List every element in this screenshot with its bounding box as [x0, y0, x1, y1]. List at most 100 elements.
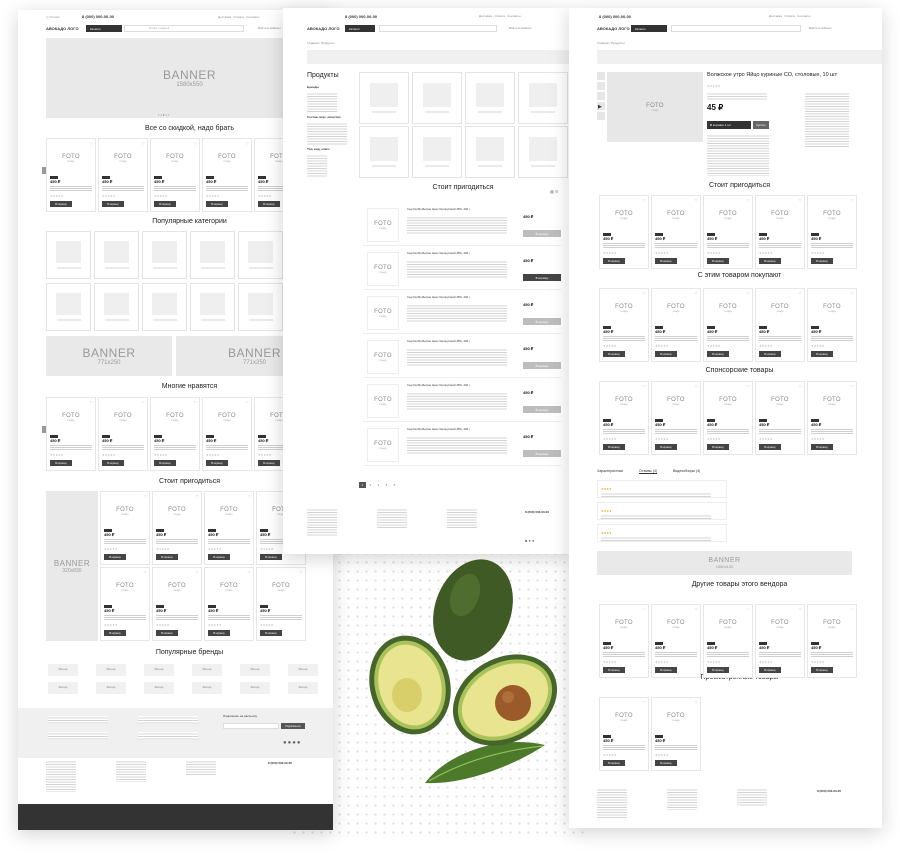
favorite-icon[interactable]: ♡ [798, 607, 802, 612]
list-item-add-button[interactable]: В корзину [523, 230, 561, 237]
product-banner[interactable]: BANNER 1580х150 [597, 551, 852, 575]
product-image[interactable]: FOTO image [155, 494, 199, 528]
page-4-button[interactable]: 4 [383, 482, 390, 488]
product-card[interactable]: FOTOimage 450 ₽ ★★★★★ В корзину ♡ [755, 288, 805, 362]
product-image[interactable]: FOTO image [103, 570, 147, 604]
favorite-icon[interactable]: ♡ [141, 400, 145, 405]
favorite-icon[interactable]: ♡ [299, 570, 303, 575]
catalog-category-tile[interactable] [518, 72, 568, 124]
category-tile[interactable] [238, 283, 283, 331]
product-image[interactable]: FOTO image [758, 607, 802, 641]
product-card[interactable]: FOTOimage 450 ₽ ★★★★★ В корзину ♡ [599, 288, 649, 362]
list-item-title[interactable]: Сыр Dorblu Белаш Цеис белорусский 45%, 2… [407, 295, 470, 299]
favorite-icon[interactable]: ♡ [89, 400, 93, 405]
add-to-cart-button[interactable]: В корзину [206, 460, 228, 466]
category-tile[interactable] [190, 283, 235, 331]
product-image[interactable]: FOTO image [602, 198, 646, 232]
favorite-icon[interactable]: ♡ [141, 141, 145, 146]
favorite-icon[interactable]: ♡ [193, 141, 197, 146]
product-card[interactable]: FOTOimage 450 ₽ ★★★★★ В корзину ♡ [202, 397, 252, 471]
product-image[interactable]: FOTO image [101, 141, 145, 175]
product-card[interactable]: FOTOimage 450 ₽ ★★★★★ В корзину ♡ [599, 604, 649, 678]
product-card[interactable]: FOTOimage 450 ₽ ★★★★★ В корзину ♡ [703, 288, 753, 362]
product-image[interactable]: FOTO image [103, 494, 147, 528]
product-header-phone[interactable]: 8 (000) 000-00-00 [599, 14, 631, 20]
add-to-cart-button[interactable]: В корзину [154, 201, 176, 207]
category-tile[interactable] [142, 231, 187, 279]
product-image[interactable]: FOTO image [153, 141, 197, 175]
catalog-footer-col-3[interactable] [447, 508, 477, 528]
catalog-footer-col-1[interactable] [307, 508, 337, 536]
catalog-breadcrumb[interactable]: Главная / Продукты [307, 41, 334, 46]
filter-brands[interactable]: Бренды [307, 85, 319, 90]
add-to-cart-button[interactable]: В корзину [50, 460, 72, 466]
add-to-cart-button[interactable]: В корзину [156, 630, 178, 636]
half-banner-left[interactable]: BANNER 771х250 [46, 336, 172, 376]
favorite-icon[interactable]: ♡ [850, 291, 854, 296]
add-to-cart-button[interactable]: В корзину [707, 351, 729, 357]
product-card[interactable]: FOTOimage 450 ₽ ★★★★★ В корзину ♡ [807, 288, 857, 362]
favorite-icon[interactable]: ♡ [798, 198, 802, 203]
favorite-icon[interactable]: ♡ [245, 400, 249, 405]
side-banner[interactable]: BANNER 320х830 [46, 491, 98, 641]
add-to-cart-button[interactable]: В корзину [258, 201, 280, 207]
product-card[interactable]: FOTOimage 450 ₽ ★★★★★ В корзину ♡ [599, 381, 649, 455]
product-image[interactable]: FOTO image [49, 400, 93, 434]
header-phone[interactable]: 8 (000) 000-00-00 [82, 14, 114, 20]
search-input[interactable]: Поиск товаров [124, 25, 244, 32]
product-card[interactable]: FOTOimage 450 ₽ ★★★★★ В корзину ♡ [703, 195, 753, 269]
favorite-icon[interactable]: ♡ [850, 198, 854, 203]
favorite-icon[interactable]: ♡ [746, 291, 750, 296]
add-to-cart-button[interactable]: В корзину [154, 460, 176, 466]
catalog-category-tile[interactable] [359, 72, 409, 124]
catalog-header-phone[interactable]: 8 (000) 000-00-00 [345, 14, 377, 20]
add-to-cart-button[interactable]: В корзину [104, 630, 126, 636]
catalog-list-item[interactable]: FOTO image Сыр Dorblu Белаш Цеис белорусск… [363, 292, 561, 334]
add-to-cart-button[interactable]: В корзину [156, 554, 178, 560]
catalog-category-tile[interactable] [465, 72, 515, 124]
tab-reviews[interactable]: Отзывы (4) [639, 469, 658, 475]
favorite-icon[interactable]: ♡ [694, 198, 698, 203]
product-image[interactable]: FOTO image [706, 291, 750, 325]
catalog-list-item[interactable]: FOTO image Сыр Dorblu Белаш Цеис белорусск… [363, 424, 561, 466]
catalog-catalog-button[interactable]: Каталог [345, 25, 375, 32]
product-logo[interactable]: АВОКАДО ЛОГО [597, 26, 630, 32]
product-image[interactable]: FOTO image [259, 570, 303, 604]
add-to-cart-button[interactable]: В корзину [603, 760, 625, 766]
add-to-cart-button[interactable]: В корзину [655, 258, 677, 264]
product-card[interactable]: FOTOimage 450 ₽ ★★★★★ В корзину ♡ [152, 567, 202, 641]
logo[interactable]: АВОКАДО ЛОГО [46, 26, 79, 32]
list-item-add-button[interactable]: В корзину [523, 318, 561, 325]
list-item-add-button[interactable]: В корзину [523, 362, 561, 369]
footer-col-2[interactable] [116, 760, 146, 782]
catalog-category-tile[interactable] [412, 72, 462, 124]
add-to-cart-button[interactable]: В корзину [603, 667, 625, 673]
product-image[interactable]: FOTO image [654, 700, 698, 734]
add-to-cart-button[interactable]: В корзину [603, 258, 625, 264]
favorite-icon[interactable]: ♡ [642, 384, 646, 389]
favorite-icon[interactable]: ♡ [694, 700, 698, 705]
favorite-icon[interactable]: ♡ [746, 384, 750, 389]
product-catalog-button[interactable]: Каталог [631, 25, 667, 32]
header-location[interactable]: ◎ Москва [46, 15, 60, 20]
brand-tile[interactable]: Бренд [288, 682, 318, 694]
favorite-icon[interactable]: ♡ [193, 400, 197, 405]
favorite-icon[interactable]: ♡ [694, 384, 698, 389]
product-card[interactable]: FOTOimage 450 ₽ ★★★★★ В корзину ♡ [100, 491, 150, 565]
filter-brands-options[interactable] [307, 92, 337, 112]
catalog-list-item[interactable]: FOTO image Сыр Dorblu Белаш Цеис белорусск… [363, 248, 561, 290]
product-card[interactable]: FOTOimage 450 ₽ ★★★★★ В корзину ♡ [651, 604, 701, 678]
footer-col-3[interactable] [186, 760, 216, 776]
category-tile[interactable] [94, 231, 139, 279]
add-to-cart-button[interactable]: В корзину [707, 444, 729, 450]
page-1-button[interactable]: 1 [359, 482, 366, 488]
product-card[interactable]: FOTOimage 450 ₽ ★★★★★ В корзину ♡ [152, 491, 202, 565]
catalog-logo[interactable]: АВОКАДО ЛОГО [307, 26, 340, 32]
catalog-category-tile[interactable] [465, 126, 515, 178]
product-image[interactable]: FOTO image [654, 198, 698, 232]
product-breadcrumb[interactable]: Главная / Продукты [597, 41, 624, 46]
favorite-icon[interactable]: ♡ [195, 570, 199, 575]
catalog-button[interactable]: Каталог [86, 25, 122, 32]
product-options[interactable] [707, 92, 767, 100]
list-item-add-button[interactable]: В корзину [523, 274, 561, 281]
